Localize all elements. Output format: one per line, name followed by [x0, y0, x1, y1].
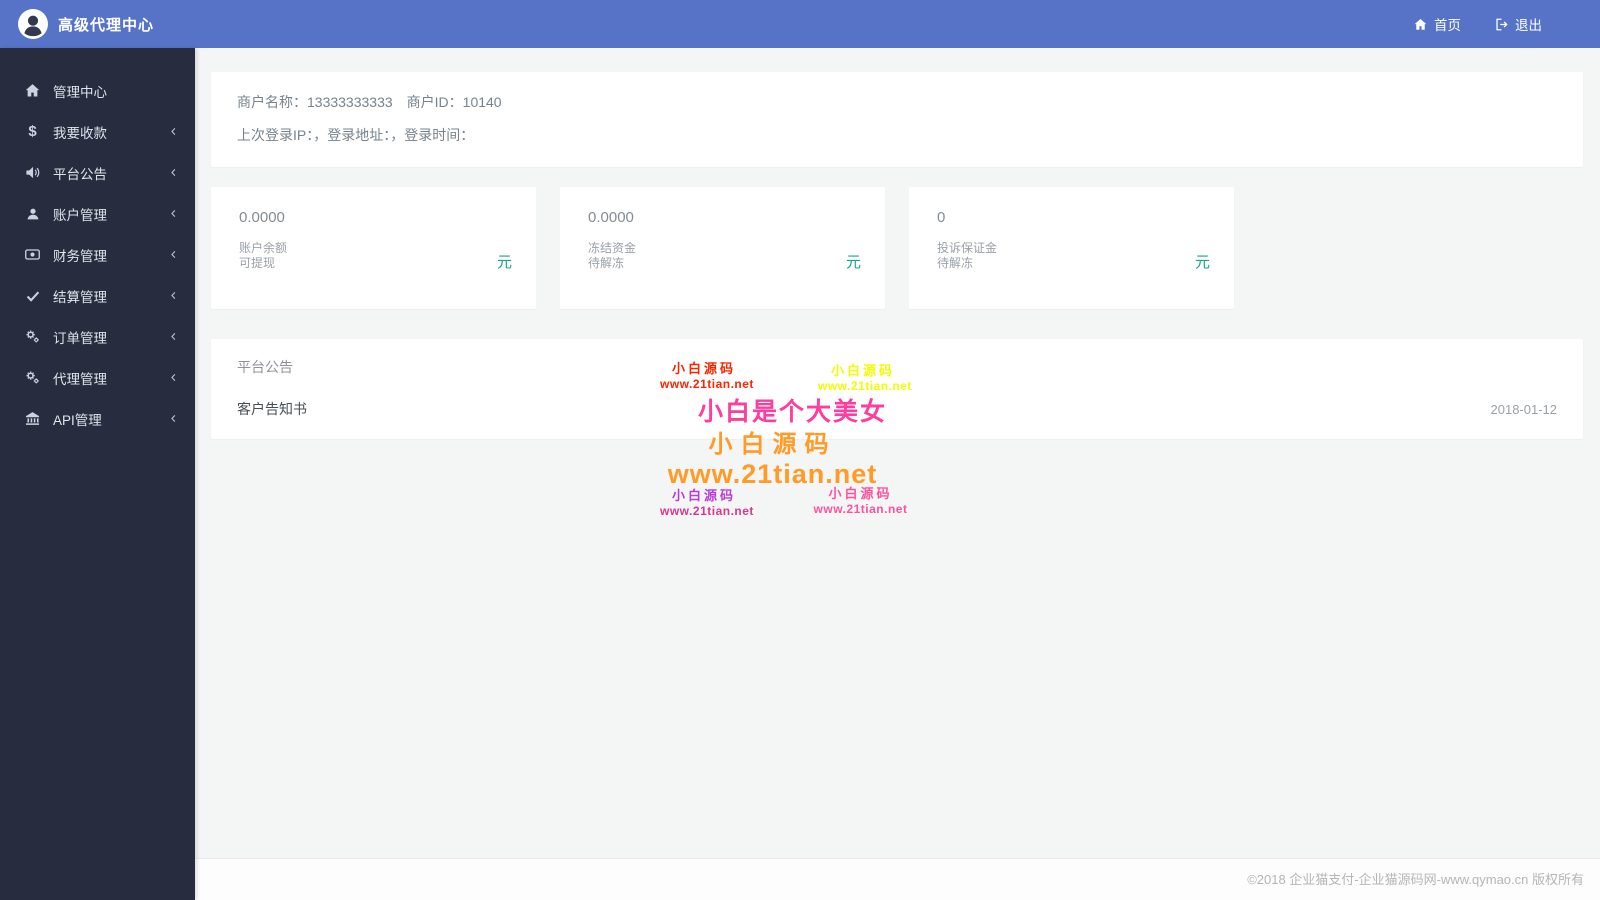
user-icon [24, 207, 41, 221]
merchant-id-label: 商户ID： [406, 94, 463, 110]
sidebar-menu: 管理中心 $ 我要收款 平台公告 账户管理 财务管理 结算管理 订单管理 代理管… [0, 48, 195, 439]
stats-row: 0.0000 账户余额 可提现 元 0.0000 冻结资金 待解冻 元 0 投诉… [211, 187, 1583, 309]
stat-title: 投诉保证金 [937, 241, 998, 255]
stat-subtitle: 可提现 [239, 256, 276, 270]
stat-unit: 元 [845, 254, 861, 271]
bullhorn-icon [24, 165, 41, 180]
merchant-name-value: 13333333333 [307, 94, 393, 110]
sidebar-item-label: 账户管理 [53, 207, 107, 223]
sidebar-item-label: 管理中心 [53, 84, 107, 100]
announcements-panel: 平台公告 客户告知书 2018-01-12 [211, 339, 1583, 439]
sidebar-item-finance-management[interactable]: 财务管理 [0, 234, 195, 275]
check-icon [24, 289, 41, 303]
money-icon [24, 247, 41, 262]
stat-value: 0.0000 [588, 209, 634, 226]
sidebar-item-label: 订单管理 [53, 330, 107, 346]
top-nav: 首页 退出 [1414, 14, 1542, 34]
sidebar-item-label: 财务管理 [53, 248, 107, 264]
last-login-line: 上次登录IP：，登录地址：，登录时间： [237, 127, 475, 143]
bank-icon [24, 411, 41, 426]
sidebar: 管理中心 $ 我要收款 平台公告 账户管理 财务管理 结算管理 订单管理 代理管… [0, 48, 195, 900]
brand-title: 高级代理中心 [58, 16, 155, 34]
merchant-id-value: 10140 [462, 94, 502, 110]
sidebar-item-agent-management[interactable]: 代理管理 [0, 357, 195, 398]
merchant-info-panel: 商户名称：13333333333 商户ID：10140 上次登录IP：，登录地址：… [211, 72, 1583, 167]
cogs-icon [24, 370, 41, 385]
stat-card-complaint-deposit: 0 投诉保证金 待解冻 元 [909, 187, 1234, 309]
chevron-left-icon [168, 413, 179, 424]
stat-unit: 元 [1194, 254, 1210, 271]
content: 商户名称：13333333333 商户ID：10140 上次登录IP：，登录地址：… [195, 48, 1600, 858]
announcement-date: 2018-01-12 [1490, 401, 1558, 417]
stat-title: 账户余额 [239, 241, 288, 255]
dollar-icon: $ [28, 123, 37, 140]
announcement-row: 客户告知书 2018-01-12 [237, 399, 1557, 419]
sidebar-item-label: 结算管理 [53, 289, 107, 305]
stat-value: 0.0000 [239, 209, 285, 226]
stat-card-balance: 0.0000 账户余额 可提现 元 [211, 187, 536, 309]
stat-title: 冻结资金 [588, 241, 637, 255]
sidebar-item-label: 代理管理 [53, 371, 107, 387]
sidebar-item-admin-center[interactable]: 管理中心 [0, 70, 195, 111]
nav-logout-label: 退出 [1515, 18, 1542, 33]
home-icon [24, 83, 41, 98]
chevron-left-icon [168, 167, 179, 178]
nav-home[interactable]: 首页 [1414, 14, 1461, 34]
sidebar-item-order-management[interactable]: 订单管理 [0, 316, 195, 357]
sidebar-item-settlement-management[interactable]: 结算管理 [0, 275, 195, 316]
announcements-title: 平台公告 [237, 359, 293, 375]
chevron-left-icon [168, 290, 179, 301]
merchant-line: 商户名称：13333333333 商户ID：10140 [237, 92, 1557, 112]
sidebar-item-label: 我要收款 [53, 125, 107, 141]
stat-subtitle: 待解冻 [937, 256, 974, 270]
nav-home-label: 首页 [1434, 18, 1461, 33]
stat-subtitle: 待解冻 [588, 256, 625, 270]
stat-unit: 元 [496, 254, 512, 271]
chevron-left-icon [168, 126, 179, 137]
copyright-text: ©2018 企业猫支付-企业猫源码网-www.qymao.cn 版权所有 [1247, 872, 1584, 887]
announcement-link[interactable]: 客户告知书 [237, 399, 307, 419]
logout-icon [1495, 18, 1508, 31]
sidebar-item-label: 平台公告 [53, 166, 107, 182]
footer: ©2018 企业猫支付-企业猫源码网-www.qymao.cn 版权所有 [195, 858, 1600, 900]
stat-value: 0 [937, 209, 946, 226]
chevron-left-icon [168, 372, 179, 383]
top-header: 高级代理中心 首页 退出 [0, 0, 1600, 48]
sidebar-item-api-management[interactable]: API管理 [0, 398, 195, 439]
brand: 高级代理中心 [18, 9, 154, 39]
stat-card-frozen-funds: 0.0000 冻结资金 待解冻 元 [560, 187, 885, 309]
logo-avatar-icon [18, 9, 48, 39]
sidebar-item-collect-payment[interactable]: $ 我要收款 [0, 111, 195, 152]
nav-logout[interactable]: 退出 [1495, 14, 1542, 34]
merchant-name-label: 商户名称： [237, 94, 307, 110]
sidebar-item-label: API管理 [53, 412, 102, 428]
home-icon [1414, 18, 1427, 31]
cogs-icon [24, 329, 41, 344]
sidebar-item-account-management[interactable]: 账户管理 [0, 193, 195, 234]
sidebar-item-platform-announcements[interactable]: 平台公告 [0, 152, 195, 193]
main-area: 商户名称：13333333333 商户ID：10140 上次登录IP：，登录地址：… [195, 48, 1600, 900]
chevron-left-icon [168, 208, 179, 219]
chevron-left-icon [168, 249, 179, 260]
app: 高级代理中心 首页 退出 管理中心 $ 我要收款 平台公告 账户管理 财务管理 … [0, 0, 1600, 900]
chevron-left-icon [168, 331, 179, 342]
